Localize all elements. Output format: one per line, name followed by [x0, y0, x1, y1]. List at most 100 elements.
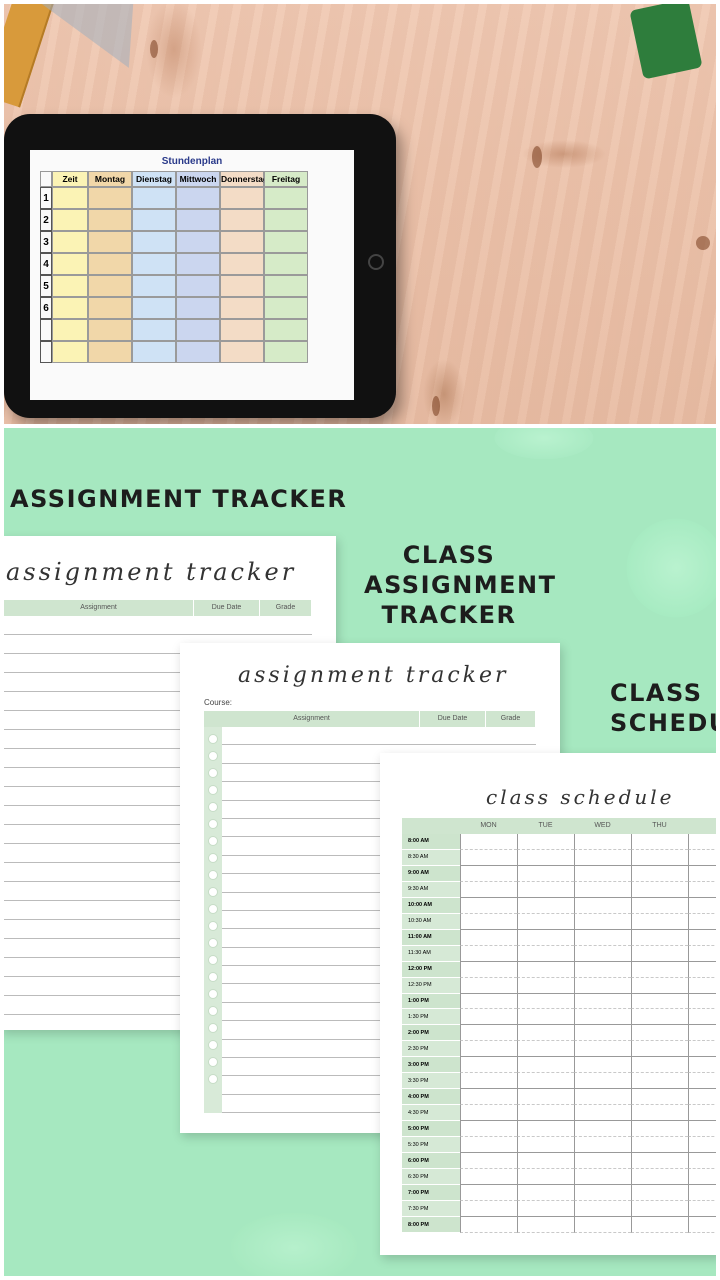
class-schedule-heading: CLASS SCHEDUL — [610, 678, 716, 738]
schedule-cell — [688, 977, 716, 994]
schedule-cell — [517, 945, 574, 962]
checkbox-column — [204, 727, 222, 1113]
class-schedule-sheet: class schedule MON TUE WED THU 8:00 AM 8:30 A… — [380, 753, 716, 1255]
checkbox-icon — [208, 785, 218, 795]
schedule-cell — [574, 1153, 631, 1170]
wood-knot — [150, 40, 158, 58]
timetable-cell — [220, 275, 264, 297]
timetable-cell — [52, 253, 88, 275]
time-label: 10:30 AM — [402, 913, 460, 930]
schedule-cell — [631, 1121, 688, 1138]
schedule-cell — [688, 1169, 716, 1186]
time-label: 5:30 PM — [402, 1137, 460, 1154]
schedule-cell — [460, 1185, 517, 1202]
checkbox-icon — [208, 904, 218, 914]
schedule-cell — [517, 1073, 574, 1090]
heading-line: SCHEDUL — [610, 709, 716, 737]
schedule-cell — [631, 977, 688, 994]
schedule-cell — [574, 1169, 631, 1186]
day-header: Zeit — [52, 171, 88, 187]
schedule-cell — [574, 1041, 631, 1058]
timetable-cell — [88, 187, 132, 209]
day-header: Mittwoch — [176, 171, 220, 187]
schedule-cell — [517, 993, 574, 1010]
time-label: 6:30 PM — [402, 1169, 460, 1186]
period-number — [40, 319, 52, 341]
schedule-cell — [631, 1217, 688, 1233]
timetable-cell — [176, 253, 220, 275]
schedule-cell — [631, 1041, 688, 1058]
checkbox-icon — [208, 1074, 218, 1084]
schedule-cell — [631, 993, 688, 1010]
schedule-cell — [460, 1041, 517, 1058]
schedule-cell — [460, 1121, 517, 1138]
home-button — [368, 254, 384, 270]
schedule-cell — [574, 1073, 631, 1090]
schedule-cell — [574, 1057, 631, 1074]
time-label: 2:00 PM — [402, 1025, 460, 1042]
checkbox-icon — [208, 802, 218, 812]
schedule-cell — [631, 1137, 688, 1154]
timetable-cell — [132, 297, 176, 319]
schedule-cell — [688, 945, 716, 962]
schedule-cell — [688, 849, 716, 866]
schedule-cell — [688, 865, 716, 882]
schedule-cell — [631, 1057, 688, 1074]
schedule-cell — [517, 961, 574, 978]
schedule-cell — [574, 1137, 631, 1154]
period-number: 5 — [40, 275, 52, 297]
time-label: 2:30 PM — [402, 1041, 460, 1058]
heading-line: CLASS — [402, 541, 496, 569]
period-number: 6 — [40, 297, 52, 319]
schedule-cell — [460, 834, 517, 850]
schedule-cell — [688, 913, 716, 930]
schedule-cell — [688, 1217, 716, 1233]
timetable-title: Stundenplan — [161, 156, 223, 167]
timetable-cell — [264, 187, 308, 209]
time-label: 1:00 PM — [402, 993, 460, 1010]
timetable-cell — [264, 341, 308, 363]
corner-cell — [40, 171, 52, 187]
checkbox-icon — [208, 836, 218, 846]
timetable-cell — [176, 275, 220, 297]
schedule-cell — [631, 913, 688, 930]
schedule-cell — [688, 1089, 716, 1106]
day-header: Donnerstag — [220, 171, 268, 187]
timetable-cell — [220, 209, 264, 231]
schedule-cell — [631, 945, 688, 962]
schedule-cell — [631, 1009, 688, 1026]
timetable-cell — [52, 275, 88, 297]
schedule-cell — [460, 961, 517, 978]
schedule-cell — [574, 1009, 631, 1026]
schedule-cell — [517, 1041, 574, 1058]
schedule-cell — [460, 1057, 517, 1074]
green-clip — [629, 4, 703, 80]
timetable-cell — [52, 187, 88, 209]
sheet-title: class schedule — [486, 785, 675, 809]
schedule-cell — [517, 1185, 574, 1202]
time-label: 8:00 AM — [402, 834, 460, 850]
wood-knot — [432, 396, 440, 416]
schedule-cell — [574, 1185, 631, 1202]
schedule-cell — [631, 1153, 688, 1170]
schedule-cell — [631, 961, 688, 978]
tablet-screen: Stundenplan Zeit Montag Dienstag Mittwoch Do… — [30, 150, 354, 400]
schedule-cell — [460, 977, 517, 994]
column-header: Assignment — [4, 600, 194, 616]
schedule-cell — [574, 929, 631, 946]
time-label: 4:00 PM — [402, 1089, 460, 1106]
timetable-cell — [220, 319, 264, 341]
schedule-cell — [517, 1025, 574, 1042]
period-number: 1 — [40, 187, 52, 209]
schedule-cell — [688, 1121, 716, 1138]
column-header: Grade — [486, 711, 536, 727]
set-square — [41, 4, 167, 89]
timetable-cell — [220, 187, 264, 209]
timetable-cell — [132, 187, 176, 209]
checkbox-icon — [208, 955, 218, 965]
schedule-cell — [460, 865, 517, 882]
timetable-cell — [220, 341, 264, 363]
timetable-cell — [88, 297, 132, 319]
schedule-cell — [631, 1185, 688, 1202]
schedule-cell — [574, 961, 631, 978]
